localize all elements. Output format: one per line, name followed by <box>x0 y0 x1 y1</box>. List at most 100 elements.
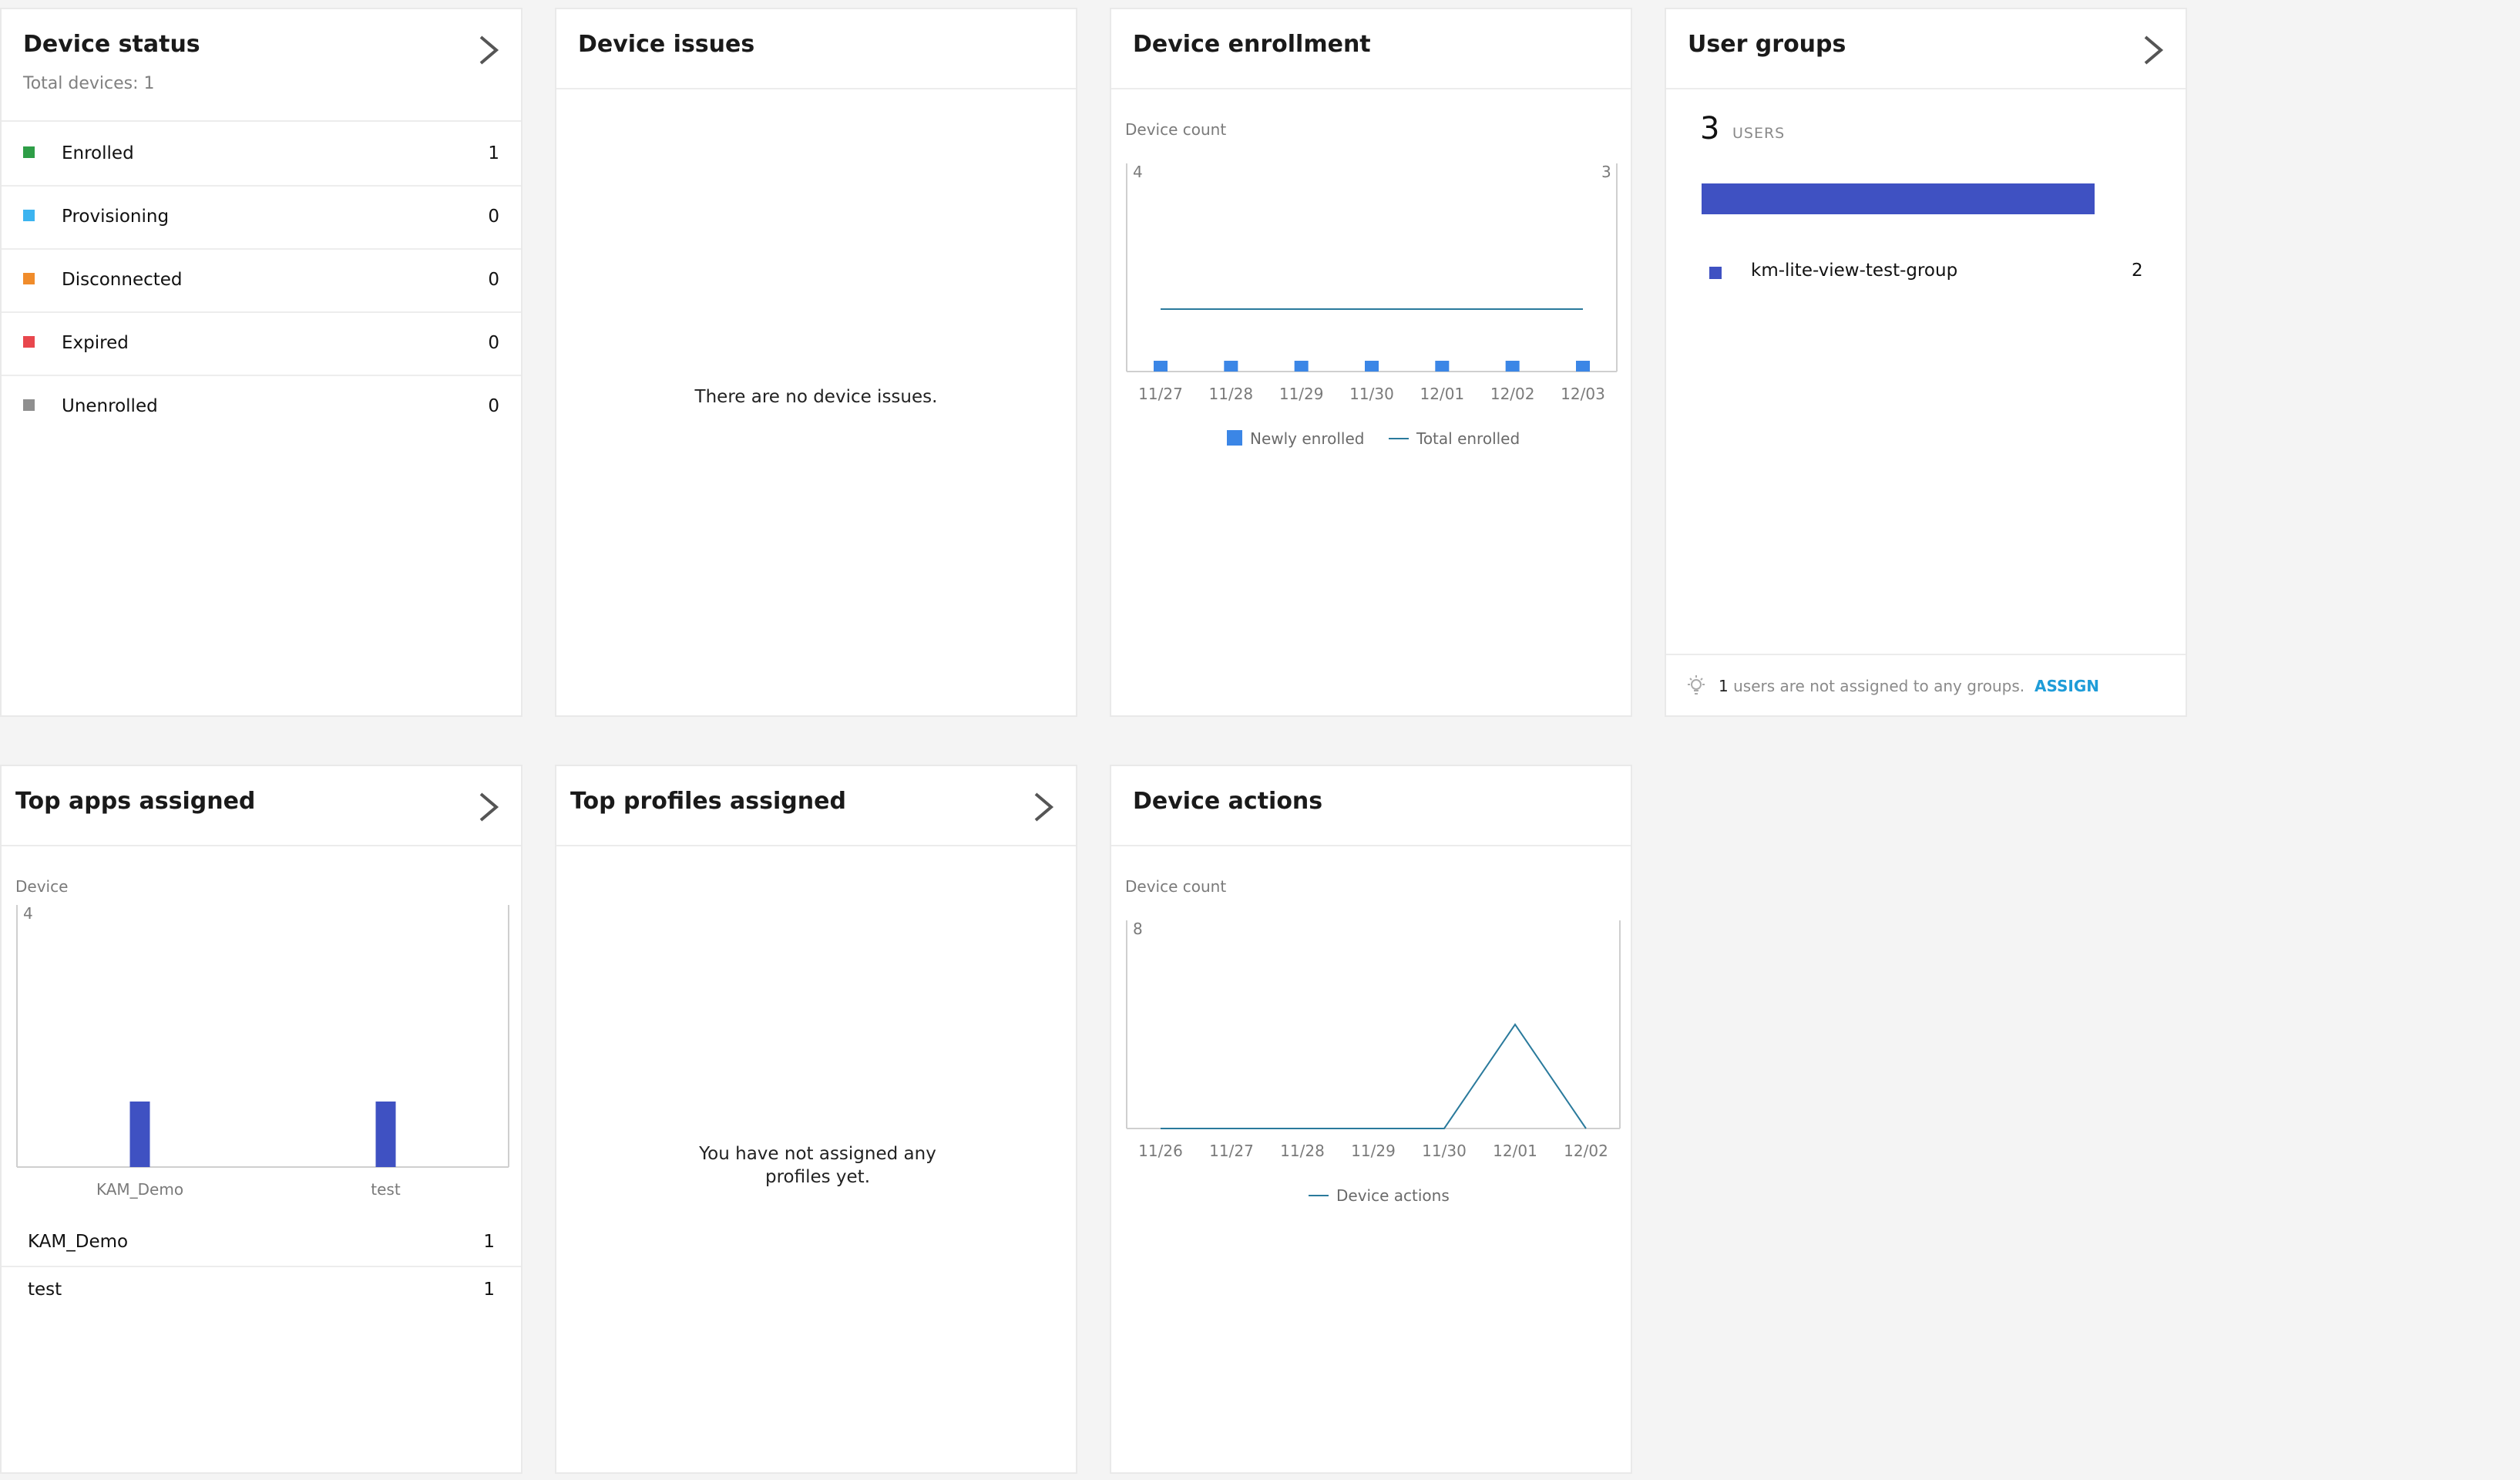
unenrolled-color-icon <box>23 399 35 411</box>
legend-device-actions: Device actions <box>1336 1186 1450 1205</box>
chevron-right-icon[interactable] <box>2138 32 2169 68</box>
y-tick-label: 8 <box>1133 920 1143 938</box>
status-row-disconnected[interactable]: Disconnected 0 <box>2 250 521 313</box>
no-profiles-message: You have not assigned any profiles yet. <box>699 1144 936 1187</box>
x-tick-label: 11/28 <box>1209 385 1254 403</box>
top-apps-chart: 4 KAM_Demo test <box>16 904 509 1199</box>
provisioning-color-icon <box>23 210 35 221</box>
no-device-issues-message: There are no device issues. <box>694 387 938 407</box>
app-name: KAM_Demo <box>28 1232 129 1252</box>
top-profiles-card: Top profiles assigned You have not assig… <box>555 765 1077 1474</box>
chevron-right-icon[interactable] <box>473 789 504 825</box>
app-list-item[interactable]: test 1 <box>2 1267 521 1315</box>
device-status-card: Device status Total devices: 1 Enrolled … <box>0 8 522 717</box>
bar-newly-enrolled <box>1435 361 1450 372</box>
device-issues-title: Device issues <box>578 31 755 58</box>
y-tick-label: 4 <box>23 904 33 923</box>
assign-link[interactable]: ASSIGN <box>2034 677 2099 695</box>
top-apps-card: Top apps assigned Device 4 KAM_Demotest K… <box>0 765 522 1474</box>
status-row-provisioning[interactable]: Provisioning 0 <box>2 187 521 250</box>
chevron-right-icon[interactable] <box>473 32 504 68</box>
x-tick-label: 12/02 <box>1564 1142 1608 1160</box>
bar-app-devices <box>375 1102 396 1167</box>
legend-newly-enrolled-swatch <box>1227 430 1242 446</box>
x-tick-label: 11/27 <box>1138 385 1183 403</box>
total-devices-label: Total devices: 1 <box>23 74 155 93</box>
status-label: Expired <box>62 333 129 353</box>
x-tick-label: 11/26 <box>1138 1142 1183 1160</box>
bar-app-devices <box>129 1102 150 1167</box>
bar-newly-enrolled <box>1154 361 1168 372</box>
user-groups-header: User groups <box>1666 9 2186 89</box>
device-enrollment-title: Device enrollment <box>1133 31 1371 58</box>
enrollment-chart: 4 3 11/27 11/28 11/29 11/30 12/01 12/02 12/03 New… <box>1126 163 1618 448</box>
chevron-right-icon[interactable] <box>1028 789 1059 825</box>
status-row-expired[interactable]: Expired 0 <box>2 313 521 376</box>
device-actions-axis-title: Device count <box>1125 877 1227 896</box>
x-tick-label: 11/28 <box>1280 1142 1325 1160</box>
device-enrollment-header: Device enrollment <box>1111 9 1631 89</box>
legend-newly-enrolled: Newly enrolled <box>1250 429 1365 448</box>
device-issues-header: Device issues <box>556 9 1076 89</box>
unassigned-users-footer: 1 users are not assigned to any groups. … <box>1666 654 2186 715</box>
y-tick-label: 4 <box>1133 163 1143 181</box>
top-apps-header: Top apps assigned <box>2 766 521 846</box>
unassigned-users-text: 1 users are not assigned to any groups. <box>1719 677 2024 695</box>
user-group-bar <box>1702 183 2095 214</box>
x-tick-label: 12/02 <box>1490 385 1535 403</box>
device-actions-header: Device actions <box>1111 766 1631 846</box>
enrollment-axis-title: Device count <box>1125 120 1227 139</box>
status-row-unenrolled[interactable]: Unenrolled 0 <box>2 376 521 439</box>
x-tick-label: 11/30 <box>1422 1142 1467 1160</box>
x-tick-label: 11/30 <box>1349 385 1394 403</box>
status-count: 0 <box>488 207 499 227</box>
x-tick-label: 12/03 <box>1561 385 1605 403</box>
device-actions-card: Device actions Device count 8 11/26 11/27 1… <box>1110 765 1632 1474</box>
x-tick-label: 12/01 <box>1420 385 1465 403</box>
app-name: test <box>28 1280 62 1300</box>
unassigned-users-message: users are not assigned to any groups. <box>1733 677 2025 695</box>
x-tick-label: 11/29 <box>1351 1142 1396 1160</box>
app-count: 1 <box>483 1232 495 1252</box>
top-apps-axis-title: Device <box>15 877 69 896</box>
legend-total-enrolled: Total enrolled <box>1416 429 1520 448</box>
enrolled-color-icon <box>23 146 35 158</box>
status-label: Unenrolled <box>62 396 158 416</box>
app-count: 1 <box>483 1280 495 1300</box>
user-groups-title: User groups <box>1688 31 1846 58</box>
lightbulb-icon <box>1686 675 1706 697</box>
top-profiles-title: Top profiles assigned <box>570 788 846 815</box>
device-status-title: Device status <box>23 31 200 58</box>
bar-newly-enrolled <box>1224 361 1238 372</box>
bar-newly-enrolled <box>1294 361 1309 372</box>
device-enrollment-card: Device enrollment Device count 4 3 11/27 11… <box>1110 8 1632 717</box>
user-groups-card: User groups 3 USERS km-lite-view-test-gr… <box>1665 8 2187 717</box>
device-actions-title: Device actions <box>1133 788 1323 815</box>
x-tick-label: KAM_Demo <box>96 1180 183 1199</box>
group-name: km-lite-view-test-group <box>1751 261 1958 281</box>
x-tick-label: 11/27 <box>1209 1142 1254 1160</box>
top-apps-title: Top apps assigned <box>15 788 256 815</box>
disconnected-color-icon <box>23 273 35 284</box>
status-row-enrolled[interactable]: Enrolled 1 <box>2 123 521 187</box>
unassigned-users-count: 1 <box>1719 677 1729 695</box>
status-count: 0 <box>488 270 499 290</box>
status-count: 0 <box>488 333 499 353</box>
device-issues-card: Device issues There are no device issues… <box>555 8 1077 717</box>
device-status-header: Device status Total devices: 1 <box>2 9 521 122</box>
bar-newly-enrolled <box>1365 361 1379 372</box>
device-actions-chart: 8 11/26 11/27 11/28 11/29 11/30 12/01 12/02 Devi… <box>1126 920 1621 1205</box>
status-label: Disconnected <box>62 270 183 290</box>
bar-newly-enrolled <box>1505 361 1520 372</box>
status-count: 0 <box>488 396 499 416</box>
top-profiles-header: Top profiles assigned <box>556 766 1076 846</box>
x-tick-label: 12/01 <box>1493 1142 1537 1160</box>
total-users-count: 3 <box>1700 111 1720 146</box>
group-color-icon <box>1709 267 1722 279</box>
users-unit-label: USERS <box>1732 125 1786 142</box>
line-device-actions <box>1161 1023 1587 1129</box>
expired-color-icon <box>23 336 35 348</box>
y2-tick-label: 3 <box>1601 163 1611 181</box>
status-label: Provisioning <box>62 207 170 227</box>
app-list-item[interactable]: KAM_Demo 1 <box>2 1219 521 1267</box>
